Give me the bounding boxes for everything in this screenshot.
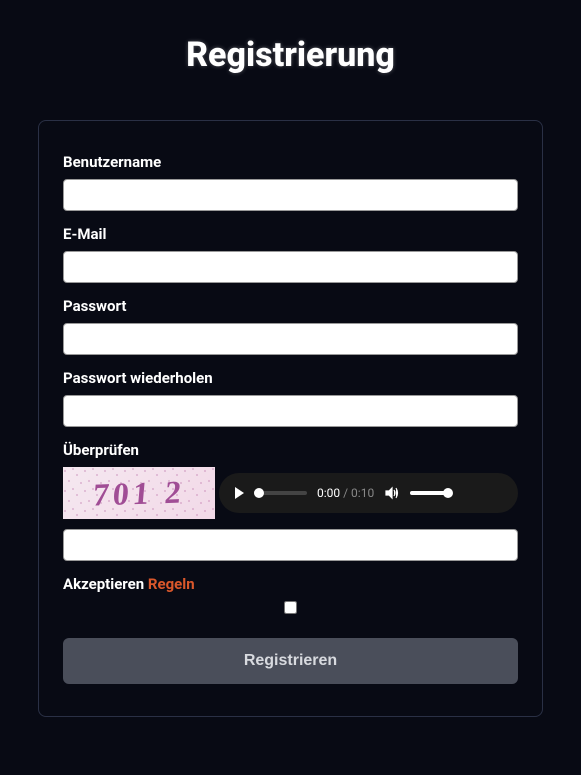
password-repeat-label: Passwort wiederholen: [63, 369, 518, 387]
page-title: Registrierung: [0, 35, 581, 75]
accept-row: Akzeptieren Regeln: [63, 575, 518, 593]
audio-current: 0:00: [317, 486, 340, 500]
password-repeat-input[interactable]: [63, 395, 518, 427]
password-label: Passwort: [63, 297, 518, 315]
captcha-audio-player: 0:00 / 0:10: [219, 473, 518, 513]
registration-form: Benutzername E-Mail Passwort Passwort wi…: [38, 120, 543, 717]
username-field: Benutzername: [63, 153, 518, 211]
audio-time: 0:00 / 0:10: [317, 486, 374, 500]
captcha-image: 701 2: [63, 467, 215, 519]
password-repeat-field: Passwort wiederholen: [63, 369, 518, 427]
email-input[interactable]: [63, 251, 518, 283]
email-field: E-Mail: [63, 225, 518, 283]
volume-slider[interactable]: [410, 491, 450, 495]
captcha-text: 701 2: [63, 467, 215, 519]
email-label: E-Mail: [63, 225, 518, 243]
rules-link[interactable]: Regeln: [148, 575, 195, 593]
audio-total: 0:10: [351, 486, 374, 500]
volume-icon[interactable]: [384, 485, 400, 501]
verify-input[interactable]: [63, 529, 518, 561]
register-button[interactable]: Registrieren: [63, 638, 518, 684]
username-label: Benutzername: [63, 153, 518, 171]
verify-field: Überprüfen 701 2 0:00 / 0:10: [63, 441, 518, 561]
verify-label: Überprüfen: [63, 441, 518, 459]
password-input[interactable]: [63, 323, 518, 355]
accept-label: Akzeptieren: [63, 575, 148, 593]
password-field: Passwort: [63, 297, 518, 355]
username-input[interactable]: [63, 179, 518, 211]
audio-separator: /: [340, 486, 351, 500]
play-icon[interactable]: [231, 485, 247, 501]
audio-progress[interactable]: [257, 491, 307, 495]
accept-checkbox[interactable]: [284, 601, 297, 614]
